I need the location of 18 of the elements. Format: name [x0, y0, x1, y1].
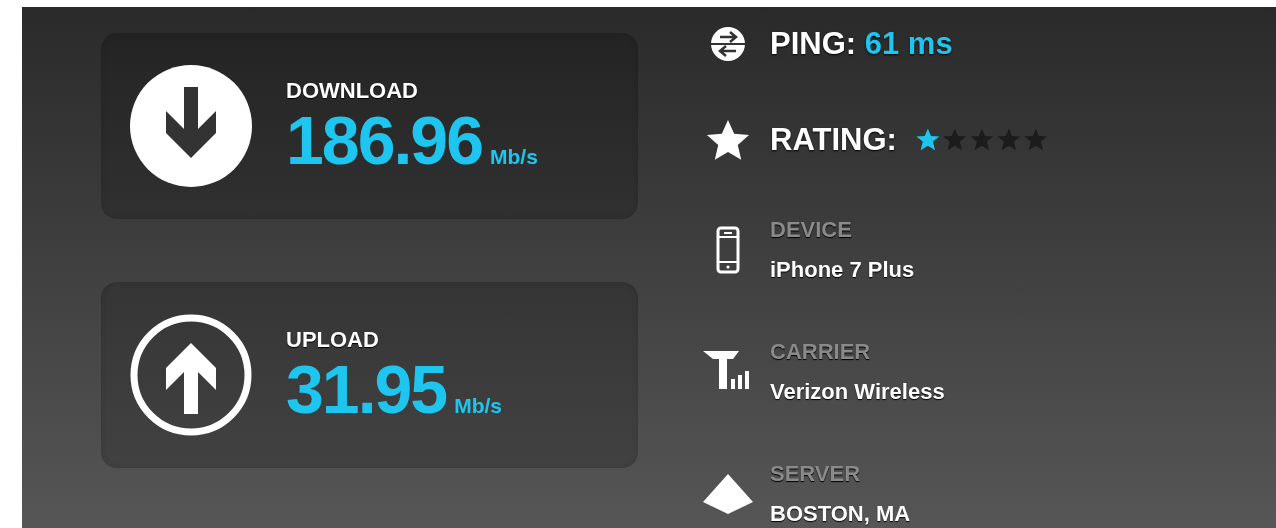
- detail-value: Verizon Wireless: [770, 378, 945, 406]
- speed-value: 31.95: [286, 355, 447, 423]
- speed-unit: Mb/s: [490, 145, 538, 169]
- speed-value: 186.96: [286, 106, 482, 174]
- detail-value: iPhone 7 Plus: [770, 256, 915, 284]
- ping-reading: PING: 61 ms: [770, 26, 953, 62]
- speed-label: UPLOAD: [286, 327, 380, 353]
- star-icon: [705, 118, 751, 162]
- detail-label: DEVICE: [770, 216, 853, 244]
- phone-icon: [716, 226, 740, 274]
- rating-label: RATING:: [770, 122, 897, 158]
- detail-value: BOSTON, MA: [770, 500, 911, 528]
- speed-unit: Mb/s: [454, 394, 502, 418]
- pyramid-icon: [703, 474, 753, 514]
- speed-label: DOWNLOAD: [286, 78, 419, 104]
- detail-label: SERVER: [770, 460, 862, 488]
- ping-arrows-icon: [710, 26, 746, 62]
- detail-label: CARRIER: [770, 338, 872, 366]
